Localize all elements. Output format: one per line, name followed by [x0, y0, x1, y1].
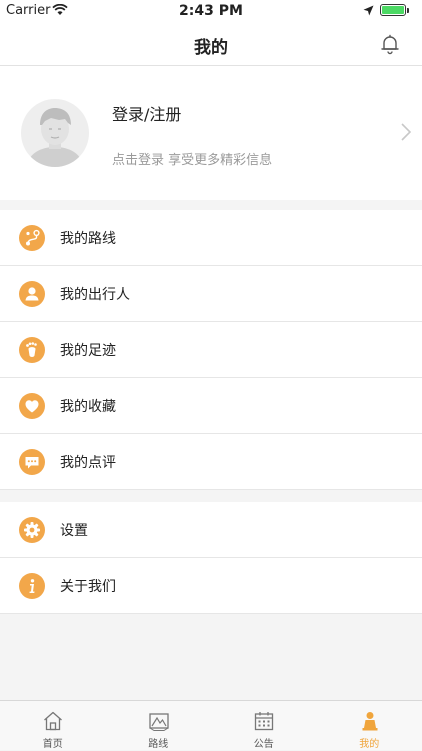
status-bar: Carrier 2:43 PM	[0, 0, 422, 22]
login-register-link[interactable]: 登录/注册	[112, 101, 181, 125]
calendar-icon	[253, 710, 275, 732]
menu-item-label: 我的点评	[60, 452, 116, 472]
login-hint: 点击登录 享受更多精彩信息	[112, 149, 272, 168]
bell-icon[interactable]	[378, 32, 402, 56]
menu-item-my-routes[interactable]: 我的路线	[0, 210, 422, 266]
map-icon	[148, 710, 170, 732]
tab-announcements[interactable]: 公告	[211, 701, 317, 751]
comment-icon	[19, 449, 45, 475]
battery-fill	[382, 6, 404, 14]
chevron-right-icon	[400, 122, 412, 142]
default-avatar-icon	[21, 99, 89, 167]
menu-item-label: 我的路线	[60, 228, 116, 248]
avatar[interactable]	[21, 99, 89, 167]
tab-label: 路线	[106, 735, 212, 750]
tab-mine[interactable]: 我的	[317, 701, 422, 751]
menu-group-main: 我的路线 我的出行人 我的足迹 我的收藏	[0, 210, 422, 490]
battery-icon	[380, 4, 406, 16]
menu-item-label: 我的收藏	[60, 396, 116, 416]
nav-bar: 我的	[0, 22, 422, 66]
profile-card[interactable]: 登录/注册 点击登录 享受更多精彩信息	[0, 66, 422, 200]
menu-item-my-favorites[interactable]: 我的收藏	[0, 378, 422, 434]
tab-home[interactable]: 首页	[0, 701, 106, 751]
menu-item-my-reviews[interactable]: 我的点评	[0, 434, 422, 490]
route-icon	[19, 225, 45, 251]
menu-item-settings[interactable]: 设置	[0, 502, 422, 558]
user-icon	[359, 710, 381, 732]
menu-item-label: 关于我们	[60, 576, 116, 596]
gear-icon	[19, 517, 45, 543]
menu-item-my-footprints[interactable]: 我的足迹	[0, 322, 422, 378]
heart-icon	[19, 393, 45, 419]
menu-item-my-travelers[interactable]: 我的出行人	[0, 266, 422, 322]
info-icon	[19, 573, 45, 599]
clock: 2:43 PM	[0, 3, 422, 19]
menu-group-other: 设置 关于我们	[0, 502, 422, 614]
footprint-icon	[19, 337, 45, 363]
tab-bar: 首页 路线 公告 我的	[0, 700, 422, 750]
menu-item-label: 设置	[60, 520, 88, 540]
tab-label: 首页	[0, 735, 106, 750]
menu-item-about-us[interactable]: 关于我们	[0, 558, 422, 614]
location-arrow-icon	[363, 5, 374, 16]
person-icon	[19, 281, 45, 307]
home-icon	[42, 710, 64, 732]
tab-routes[interactable]: 路线	[106, 701, 212, 751]
battery-nub	[407, 8, 409, 13]
tab-label: 公告	[211, 735, 317, 750]
menu-item-label: 我的足迹	[60, 340, 116, 360]
page-title: 我的	[0, 33, 422, 58]
tab-label: 我的	[317, 735, 422, 750]
menu-item-label: 我的出行人	[60, 284, 130, 304]
